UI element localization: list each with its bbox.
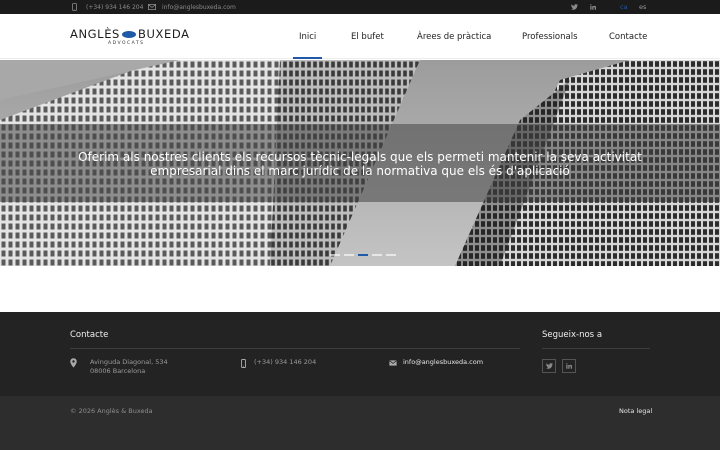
slider-dot[interactable]	[344, 254, 354, 256]
lang-ca[interactable]: ca	[620, 0, 628, 14]
logo-right: BUXEDA	[137, 27, 190, 41]
site-header: ANGLÈS BUXEDA ADVOCATS Inici El bufet Àr…	[0, 14, 720, 59]
top-email[interactable]: info@anglesbuxeda.com	[148, 0, 236, 14]
legal-notice-link[interactable]: Nota legal	[619, 407, 652, 415]
hero-slider: Oferim als nostres clients els recursos …	[0, 60, 720, 266]
nav-contacte[interactable]: Contacte	[609, 14, 647, 59]
footer-social-title: Segueix-nos a	[542, 330, 603, 340]
twitter-icon[interactable]	[569, 0, 579, 14]
footer-address-line1: Avinguda Diagonal, 534	[90, 358, 168, 366]
slider-dot[interactable]	[372, 254, 382, 256]
logo-subtitle: ADVOCATS	[108, 41, 145, 46]
logo-wordmark: ANGLÈS BUXEDA	[70, 27, 190, 41]
nav-inici[interactable]: Inici	[292, 14, 323, 59]
slider-dot-active[interactable]	[358, 254, 368, 256]
envelope-icon	[148, 4, 156, 10]
footer-address: Avinguda Diagonal, 534 08006 Barcelona	[90, 358, 168, 376]
footer-contact-title: Contacte	[70, 330, 109, 340]
lang-es[interactable]: es	[639, 0, 646, 14]
slider-dot[interactable]	[386, 254, 396, 256]
hero-caption: Oferim als nostres clients els recursos …	[78, 150, 642, 178]
logo-oval-icon	[121, 30, 136, 38]
footer-divider	[542, 348, 650, 349]
nav-professionals[interactable]: Professionals	[522, 14, 578, 59]
top-email-text: info@anglesbuxeda.com	[162, 3, 236, 11]
footer-phone[interactable]: (+34) 934 146 204	[254, 358, 316, 367]
site-footer: Contacte Segueix-nos a Avinguda Diagonal…	[0, 312, 720, 396]
envelope-icon	[388, 359, 397, 366]
phone-icon	[72, 3, 77, 11]
phone-icon	[240, 358, 246, 368]
footer-bottom-bar: © 2026 Anglès & Buxeda Nota legal	[0, 396, 720, 450]
footer-email[interactable]: info@anglesbuxeda.com	[403, 358, 483, 367]
linkedin-icon[interactable]	[588, 0, 598, 14]
footer-linkedin-icon[interactable]	[562, 359, 576, 373]
footer-address-line2: 08006 Barcelona	[90, 367, 146, 375]
footer-twitter-icon[interactable]	[542, 359, 556, 373]
nav-arees-practica[interactable]: Àrees de pràctica	[417, 14, 491, 59]
slider-dots	[330, 254, 396, 256]
logo-left: ANGLÈS	[70, 27, 120, 41]
top-bar: (+34) 934 146 204 info@anglesbuxeda.com …	[0, 0, 720, 14]
top-phone-text: (+34) 934 146 204	[86, 3, 144, 11]
location-pin-icon	[69, 358, 77, 368]
slider-dot[interactable]	[330, 254, 340, 256]
top-phone[interactable]: (+34) 934 146 204	[72, 0, 143, 14]
footer-divider	[70, 348, 520, 349]
nav-el-bufet[interactable]: El bufet	[351, 14, 384, 59]
copyright-text: © 2026 Anglès & Buxeda	[70, 407, 153, 415]
